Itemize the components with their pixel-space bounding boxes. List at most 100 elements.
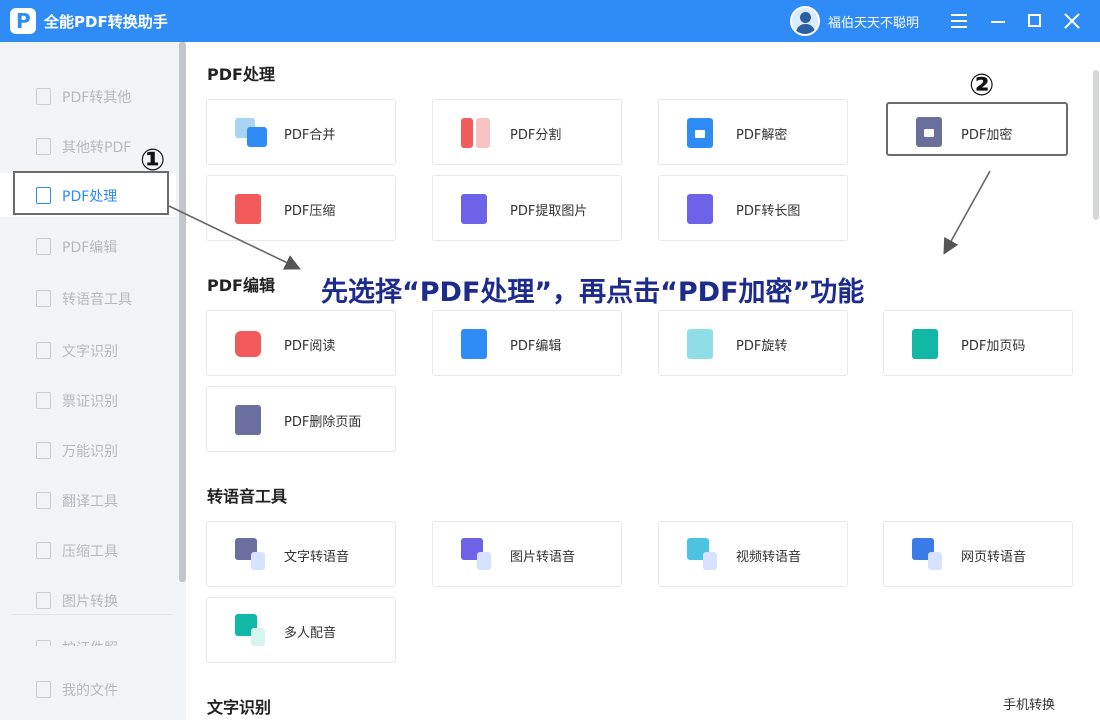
sidebar-item-pdf-edit[interactable]: PDF编辑 bbox=[0, 224, 176, 268]
sidebar-item-universal-scan[interactable]: 万能识别 bbox=[0, 428, 176, 472]
unlock-icon bbox=[687, 118, 713, 148]
card-label: PDF分割 bbox=[510, 128, 562, 143]
card-video-to-speech[interactable]: 视频转语音 bbox=[658, 521, 848, 587]
card-label: PDF提取图片 bbox=[510, 204, 588, 219]
compress-icon bbox=[36, 542, 51, 559]
avatar[interactable] bbox=[790, 6, 820, 36]
card-pdf-read[interactable]: PDF阅读 bbox=[206, 310, 396, 376]
ticket-icon bbox=[36, 392, 51, 409]
section-title-ocr: 文字识别 bbox=[207, 698, 272, 717]
trash-icon bbox=[235, 405, 261, 435]
image-icon bbox=[36, 592, 51, 609]
ocr-icon bbox=[36, 342, 51, 359]
card-label: 图片转语音 bbox=[510, 550, 576, 565]
maximize-icon[interactable] bbox=[1021, 8, 1047, 34]
sidebar-item-image-convert[interactable]: 图片转换 bbox=[0, 578, 176, 622]
card-label: PDF解密 bbox=[736, 128, 788, 143]
card-label: 视频转语音 bbox=[736, 550, 802, 565]
sidebar-item-label: 文字识别 bbox=[62, 344, 118, 360]
sidebar-item-my-files[interactable]: 我的文件 bbox=[0, 667, 176, 711]
section-title-pdf-edit: PDF编辑 bbox=[207, 276, 275, 295]
card-image-to-speech[interactable]: 图片转语音 bbox=[432, 521, 622, 587]
sidebar-item-label: 压缩工具 bbox=[62, 544, 118, 560]
card-multi-voice[interactable]: 多人配音 bbox=[206, 597, 396, 663]
card-label: PDF旋转 bbox=[736, 339, 788, 354]
sidebar-item-id-photo[interactable]: 护证件照 bbox=[0, 628, 176, 646]
annotation-instruction: 先选择“PDF处理”，再点击“PDF加密”功能 bbox=[321, 277, 865, 308]
pencil-file-icon bbox=[461, 329, 487, 359]
annotation-marker-1: ① bbox=[140, 143, 166, 178]
split-icon bbox=[461, 118, 473, 148]
card-pdf-delete-page[interactable]: PDF删除页面 bbox=[206, 386, 396, 452]
annotation-marker-2: ② bbox=[969, 68, 995, 103]
card-pdf-encrypt[interactable]: PDF加密 bbox=[886, 102, 1068, 156]
sidebar-item-ocr[interactable]: 文字识别 bbox=[0, 328, 176, 372]
sidebar-item-pdf-to-other[interactable]: PDF转其他 bbox=[0, 74, 176, 118]
sidebar-item-label: 护证件照 bbox=[62, 638, 118, 646]
main-scrollbar[interactable] bbox=[1093, 70, 1099, 220]
sidebar-item-label: 万能识别 bbox=[62, 444, 118, 460]
card-label: PDF加页码 bbox=[961, 339, 1026, 354]
sidebar-item-label: 我的文件 bbox=[62, 683, 118, 699]
app-logo: P bbox=[10, 8, 36, 34]
title-bar: P 全能PDF转换助手 福伯天天不聪明 bbox=[0, 0, 1100, 42]
translate-icon bbox=[36, 492, 51, 509]
id-photo-icon bbox=[36, 640, 51, 646]
card-label: PDF合并 bbox=[284, 128, 336, 143]
scan-icon bbox=[36, 442, 51, 459]
pdf-file-icon bbox=[36, 88, 51, 105]
minimize-icon[interactable] bbox=[985, 8, 1011, 34]
card-label: PDF压缩 bbox=[284, 204, 336, 219]
card-label: 文字转语音 bbox=[284, 550, 350, 565]
card-pdf-add-page-number[interactable]: PDF加页码 bbox=[883, 310, 1073, 376]
phone-convert-link[interactable]: 手机转换 bbox=[1003, 694, 1055, 713]
card-label: 多人配音 bbox=[284, 626, 337, 641]
card-pdf-split[interactable]: PDF分割 bbox=[432, 99, 622, 165]
card-label: PDF转长图 bbox=[736, 204, 801, 219]
sidebar-item-label: 翻译工具 bbox=[62, 494, 118, 510]
card-pdf-merge[interactable]: PDF合并 bbox=[206, 99, 396, 165]
sidebar-item-label: 其他转PDF bbox=[62, 140, 132, 156]
card-label: PDF加密 bbox=[961, 128, 1013, 143]
sidebar-item-ticket[interactable]: 票证识别 bbox=[0, 378, 176, 422]
card-text-to-speech[interactable]: 文字转语音 bbox=[206, 521, 396, 587]
card-pdf-rotate[interactable]: PDF旋转 bbox=[658, 310, 848, 376]
card-web-to-speech[interactable]: 网页转语音 bbox=[883, 521, 1073, 587]
card-pdf-compress[interactable]: PDF压缩 bbox=[206, 175, 396, 241]
sidebar-item-label: 图片转换 bbox=[62, 594, 118, 610]
section-title-pdf-process: PDF处理 bbox=[207, 65, 275, 84]
lock-icon bbox=[916, 117, 942, 147]
card-pdf-to-long-image[interactable]: PDF转长图 bbox=[658, 175, 848, 241]
pdf-edit-icon bbox=[36, 238, 51, 255]
section-title-tts: 转语音工具 bbox=[207, 487, 288, 506]
sidebar-item-compress[interactable]: 压缩工具 bbox=[0, 528, 176, 572]
sidebar-item-label: 转语音工具 bbox=[62, 292, 132, 308]
card-label: PDF删除页面 bbox=[284, 415, 362, 430]
add-page-icon bbox=[912, 329, 938, 359]
sidebar-item-label: PDF转其他 bbox=[62, 90, 132, 106]
card-pdf-extract-images[interactable]: PDF提取图片 bbox=[432, 175, 622, 241]
sidebar-item-translate[interactable]: 翻译工具 bbox=[0, 478, 176, 522]
app-title: 全能PDF转换助手 bbox=[44, 13, 168, 31]
sidebar-divider bbox=[12, 614, 172, 615]
rotate-icon bbox=[687, 329, 713, 359]
close-icon[interactable] bbox=[1059, 8, 1085, 34]
card-pdf-decrypt[interactable]: PDF解密 bbox=[658, 99, 848, 165]
document-icon bbox=[36, 681, 51, 698]
long-image-icon bbox=[687, 194, 713, 224]
zip-icon bbox=[235, 194, 261, 224]
app-logo-letter: P bbox=[16, 9, 31, 33]
pdf-file-icon bbox=[36, 138, 51, 155]
image-file-icon bbox=[461, 194, 487, 224]
card-label: PDF阅读 bbox=[284, 339, 336, 354]
sidebar-item-tts[interactable]: 转语音工具 bbox=[0, 276, 176, 320]
sidebar-scrollbar[interactable] bbox=[179, 42, 186, 582]
card-label: 网页转语音 bbox=[961, 550, 1027, 565]
card-label: PDF编辑 bbox=[510, 339, 562, 354]
sidebar-item-label: PDF编辑 bbox=[62, 240, 118, 256]
book-icon bbox=[235, 331, 261, 357]
menu-icon[interactable] bbox=[946, 8, 972, 34]
username[interactable]: 福伯天天不聪明 bbox=[828, 12, 919, 31]
audio-icon bbox=[36, 290, 51, 307]
card-pdf-edit[interactable]: PDF编辑 bbox=[432, 310, 622, 376]
